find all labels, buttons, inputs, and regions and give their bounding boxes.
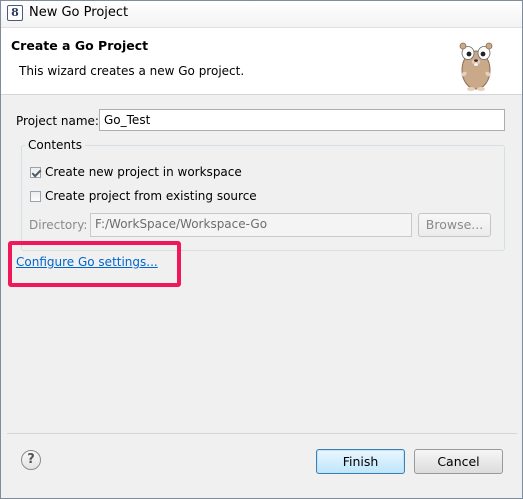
eclipse-icon: 8 [7,5,23,21]
project-name-input[interactable]: Go_Test [99,109,505,131]
help-icon[interactable]: ? [21,450,41,470]
cancel-button[interactable]: Cancel [414,449,503,474]
finish-button[interactable]: Finish [316,449,405,474]
window-title: New Go Project [29,5,129,20]
wizard-banner: Create a Go Project This wizard creates … [1,28,522,95]
project-name-label: Project name: [16,114,99,128]
title-bar[interactable]: 8 New Go Project [1,1,522,28]
footer-separator [7,433,517,434]
directory-label: Directory: [29,218,88,232]
directory-input[interactable]: F:/WorkSpace/Workspace-Go [90,213,412,237]
banner-description: This wizard creates a new Go project. [19,64,245,78]
contents-group-label: Contents [25,138,85,152]
banner-title: Create a Go Project [11,38,149,53]
wizard-window: 8 New Go Project Create a Go Project Thi… [0,0,523,499]
highlight-box [8,241,181,287]
create-from-existing-checkbox[interactable] [30,191,41,202]
go-gopher-icon [459,42,493,91]
browse-button[interactable]: Browse... [418,213,491,237]
create-new-project-label[interactable]: Create new project in workspace [45,165,242,179]
create-new-project-checkbox[interactable] [30,167,41,178]
create-from-existing-label[interactable]: Create project from existing source [45,189,257,203]
